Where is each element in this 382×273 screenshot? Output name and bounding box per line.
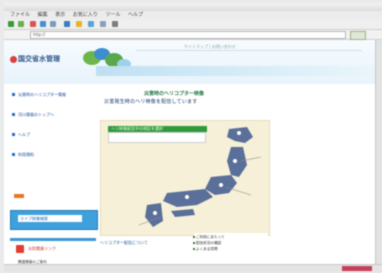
header-rule bbox=[136, 50, 362, 51]
map-region-kyushu[interactable] bbox=[145, 203, 163, 227]
info-link[interactable]: ご利用にあたって bbox=[193, 235, 225, 240]
sidebar-link-help[interactable]: ヘルプ bbox=[18, 132, 30, 137]
search-panel: ライブ映像検索 bbox=[10, 210, 98, 230]
bullet-icon bbox=[12, 113, 15, 116]
search-input[interactable]: ライブ映像検索 bbox=[18, 215, 82, 222]
notice-box bbox=[108, 132, 206, 143]
camera-marker[interactable] bbox=[233, 159, 237, 163]
browser-window: ファイル 編集 表示 お気に入り ツール ヘルプ http:// 国交省水管理 bbox=[0, 0, 382, 272]
sidebar-link-terms[interactable]: 利用規約 bbox=[18, 152, 34, 157]
menu-file[interactable]: ファイル bbox=[10, 12, 30, 18]
site-header: 国交省水管理 サイトマップ | お問い合わせ bbox=[4, 40, 375, 84]
bullet-icon bbox=[12, 133, 15, 136]
menu-view[interactable]: 表示 bbox=[55, 12, 65, 18]
forward-icon[interactable] bbox=[18, 21, 24, 27]
back-icon[interactable] bbox=[8, 21, 14, 27]
map-caption-link[interactable]: ヘリコプター配信について bbox=[100, 240, 148, 246]
mail-icon[interactable] bbox=[100, 21, 106, 27]
address-input[interactable]: http:// bbox=[30, 31, 346, 39]
sidebar-divider bbox=[10, 238, 96, 241]
camera-marker[interactable] bbox=[185, 195, 189, 199]
map-region-tohoku[interactable] bbox=[227, 147, 247, 177]
page-subtitle: 災害発生時のヘリ映像を配信しています bbox=[104, 99, 198, 105]
print-icon[interactable] bbox=[112, 21, 118, 27]
camera-marker[interactable] bbox=[153, 211, 157, 215]
camera-marker[interactable] bbox=[237, 131, 241, 135]
map-region-hokkaido[interactable] bbox=[227, 127, 253, 143]
menu-help[interactable]: ヘルプ bbox=[128, 12, 143, 18]
header-wave bbox=[96, 66, 375, 76]
toolbar bbox=[4, 19, 382, 30]
sidebar-link-helicopter[interactable]: 災害時のヘリコプター情報 bbox=[18, 92, 66, 97]
go-button[interactable] bbox=[350, 31, 366, 40]
camera-marker[interactable] bbox=[219, 183, 223, 187]
bullet-icon bbox=[12, 93, 15, 96]
menu-bar: ファイル 編集 表示 お気に入り ツール ヘルプ bbox=[4, 11, 382, 19]
menu-tools[interactable]: ツール bbox=[105, 12, 120, 18]
status-indicator bbox=[342, 266, 372, 271]
bullet-icon bbox=[12, 153, 15, 156]
menu-favorites[interactable]: お気に入り bbox=[73, 12, 98, 18]
sidebar: 災害時のヘリコプター情報 河川情報のトップへ ヘルプ 利用規約 ライブ映像検索 … bbox=[6, 86, 98, 272]
sidebar-link-river-top[interactable]: 河川情報のトップへ bbox=[18, 112, 54, 117]
title-bar bbox=[4, 3, 382, 11]
history-icon[interactable] bbox=[88, 21, 94, 27]
map-panel: ヘリ映像配信中の地区を選択 bbox=[100, 120, 270, 236]
info-link[interactable]: 配信状況の確認 bbox=[192, 241, 221, 246]
related-links-title: 水防関連リンク bbox=[28, 246, 56, 251]
favorites-icon[interactable] bbox=[76, 21, 82, 27]
adobe-reader-icon[interactable] bbox=[16, 245, 24, 253]
vertical-scrollbar[interactable] bbox=[375, 40, 382, 264]
search-icon[interactable] bbox=[64, 21, 70, 27]
address-bar: http:// bbox=[4, 30, 382, 40]
header-nav[interactable]: サイトマップ | お問い合わせ bbox=[184, 44, 236, 50]
info-link[interactable]: よくある質問 bbox=[193, 247, 218, 252]
info-box: ご利用にあたって 配信状況の確認 よくある質問 bbox=[192, 233, 268, 252]
site-logo[interactable]: 国交省水管理 bbox=[18, 54, 60, 64]
page-title: 災害時のヘリコプター映像 bbox=[144, 91, 205, 97]
web-page: 国交省水管理 サイトマップ | お問い合わせ 災害時のヘリコプター情報 河川情報… bbox=[4, 40, 375, 272]
orange-badge bbox=[14, 194, 24, 198]
stop-icon[interactable] bbox=[30, 21, 36, 27]
menu-edit[interactable]: 編集 bbox=[38, 12, 48, 18]
refresh-icon[interactable] bbox=[40, 21, 46, 27]
home-icon[interactable] bbox=[50, 21, 56, 27]
map-region-shikoku[interactable] bbox=[171, 209, 195, 217]
logo-mark-icon bbox=[10, 56, 17, 63]
